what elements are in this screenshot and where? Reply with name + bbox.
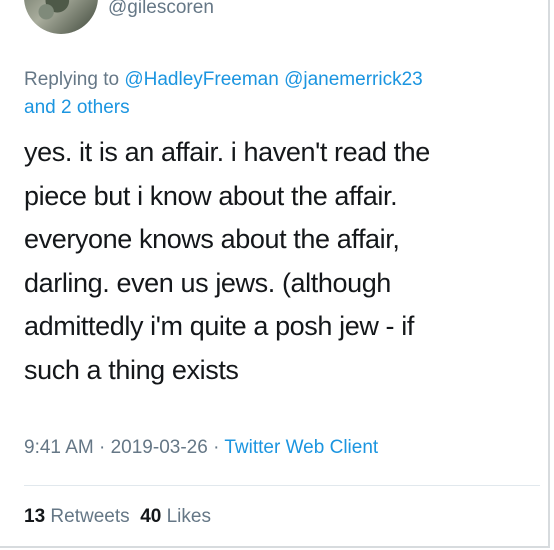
tweet-line: yes. it is an affair. i haven't read the <box>24 137 430 167</box>
tweet-line: admittedly i'm quite a posh jew - if <box>24 311 414 341</box>
retweets-count: 13 <box>24 506 46 527</box>
tweet-line: darling. even us jews. (although <box>24 267 391 298</box>
retweets-link[interactable]: 13 Retweets <box>24 506 130 527</box>
likes-label: Likes <box>166 506 211 527</box>
likes-link[interactable]: 40 Likes <box>140 506 211 527</box>
avatar[interactable] <box>24 0 98 34</box>
reply-context: Replying to @HadleyFreeman @janemerrick2… <box>24 66 524 122</box>
client-link[interactable]: Twitter Web Client <box>224 437 378 458</box>
tweet-line: everyone knows about the affair, <box>24 224 400 254</box>
tweet-date[interactable]: 2019-03-26 <box>111 437 208 458</box>
tweet-time[interactable]: 9:41 AM <box>24 437 94 458</box>
tweet-line: such a thing exists <box>24 354 239 385</box>
meta-separator: · <box>99 437 106 458</box>
reply-prefix: Replying to <box>24 69 120 90</box>
author-handle[interactable]: @gilescoren <box>108 0 214 19</box>
others-link[interactable]: and 2 others <box>24 97 130 118</box>
retweets-label: Retweets <box>50 506 130 527</box>
tweet-line: piece but i know about the affair. <box>24 180 398 211</box>
divider <box>24 485 540 486</box>
mention-link[interactable]: @janemerrick23 <box>284 69 423 90</box>
mention-link[interactable]: @HadleyFreeman <box>124 69 278 90</box>
tweet-card: @gilescoren Replying to @HadleyFreeman @… <box>0 0 550 548</box>
tweet-meta: 9:41 AM · 2019-03-26 · Twitter Web Clien… <box>24 437 378 459</box>
likes-count: 40 <box>140 506 162 527</box>
meta-separator: · <box>213 437 220 458</box>
tweet-stats: 13 Retweets 40 Likes <box>24 506 211 528</box>
tweet-text: yes. it is an affair. i haven't read the… <box>24 131 534 392</box>
